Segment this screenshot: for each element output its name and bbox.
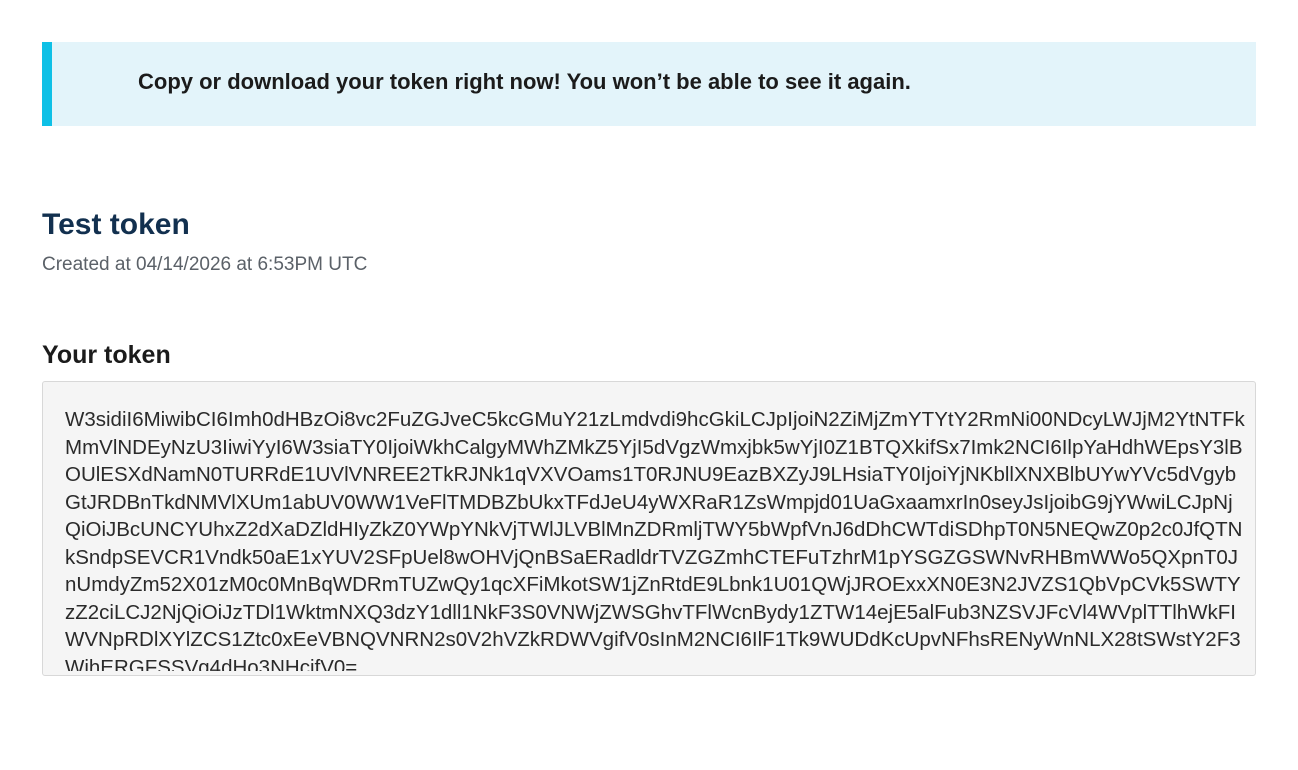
token-created-page: Copy or download your token right now! Y… bbox=[0, 0, 1298, 770]
token-name-heading: Test token bbox=[42, 208, 190, 241]
token-created-timestamp: Created at 04/14/2026 at 6:53PM UTC bbox=[42, 254, 368, 275]
token-value-box[interactable]: W3sidiI6MiwibCI6Imh0dHBzOi8vc2FuZGJveC5k… bbox=[42, 381, 1256, 676]
warning-notice: Copy or download your token right now! Y… bbox=[42, 42, 1256, 126]
token-value-text[interactable]: W3sidiI6MiwibCI6Imh0dHBzOi8vc2FuZGJveC5k… bbox=[65, 406, 1245, 671]
warning-notice-text: Copy or download your token right now! Y… bbox=[138, 69, 911, 94]
your-token-label: Your token bbox=[42, 341, 171, 369]
